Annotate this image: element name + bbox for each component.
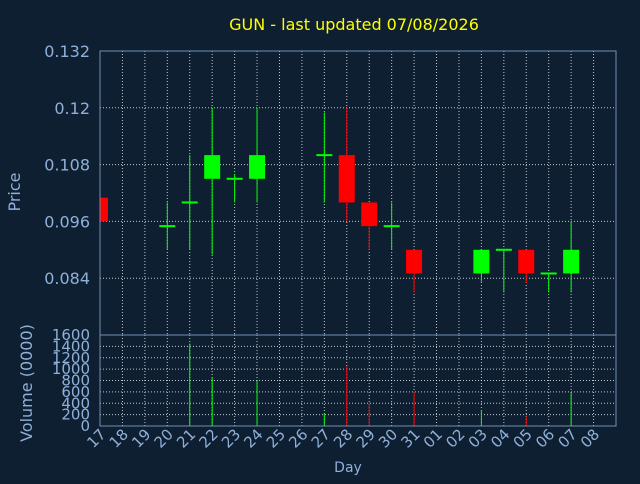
price-tick-label: 0.12 <box>54 99 90 118</box>
candlestick-chart: GUN - last updated 07/08/2026 Price Volu… <box>5 15 617 476</box>
x-tick-label: 08 <box>577 425 603 451</box>
candles <box>100 107 580 293</box>
volume-axis-label: Volume (0000) <box>17 324 36 442</box>
x-axis: 1718192021222324252627282930310102030405… <box>83 425 603 451</box>
candle-body <box>181 201 198 204</box>
candle-body <box>159 225 176 228</box>
price-tick-label: 0.096 <box>44 212 90 231</box>
candle-body <box>495 248 512 251</box>
x-axis-label: Day <box>334 460 362 476</box>
candle-body <box>540 272 557 275</box>
chart-title: GUN - last updated 07/08/2026 <box>229 15 479 34</box>
price-tick-label: 0.084 <box>44 269 90 288</box>
chart-root: GUN - last updated 07/08/2026 Price Volu… <box>0 0 640 480</box>
candle-body <box>361 202 378 227</box>
candle-body <box>406 249 423 274</box>
price-tick-label: 0.108 <box>44 156 90 175</box>
candle-body <box>249 155 266 179</box>
y-axis-label: Price <box>5 172 24 211</box>
price-frame <box>99 50 617 336</box>
candle-body <box>518 249 535 274</box>
candle-body <box>226 177 243 180</box>
price-tick-label: 0.132 <box>44 42 90 61</box>
candle-body <box>338 155 355 203</box>
volume-panel: 16001400120010008006004002000 <box>52 326 617 435</box>
candle-body <box>383 225 400 228</box>
candle-body <box>204 155 221 179</box>
candle-body <box>316 154 333 157</box>
candle-body <box>473 249 490 274</box>
candle-body <box>563 249 580 274</box>
price-panel: 0.132 0.12 0.108 0.096 0.084 <box>44 42 617 336</box>
